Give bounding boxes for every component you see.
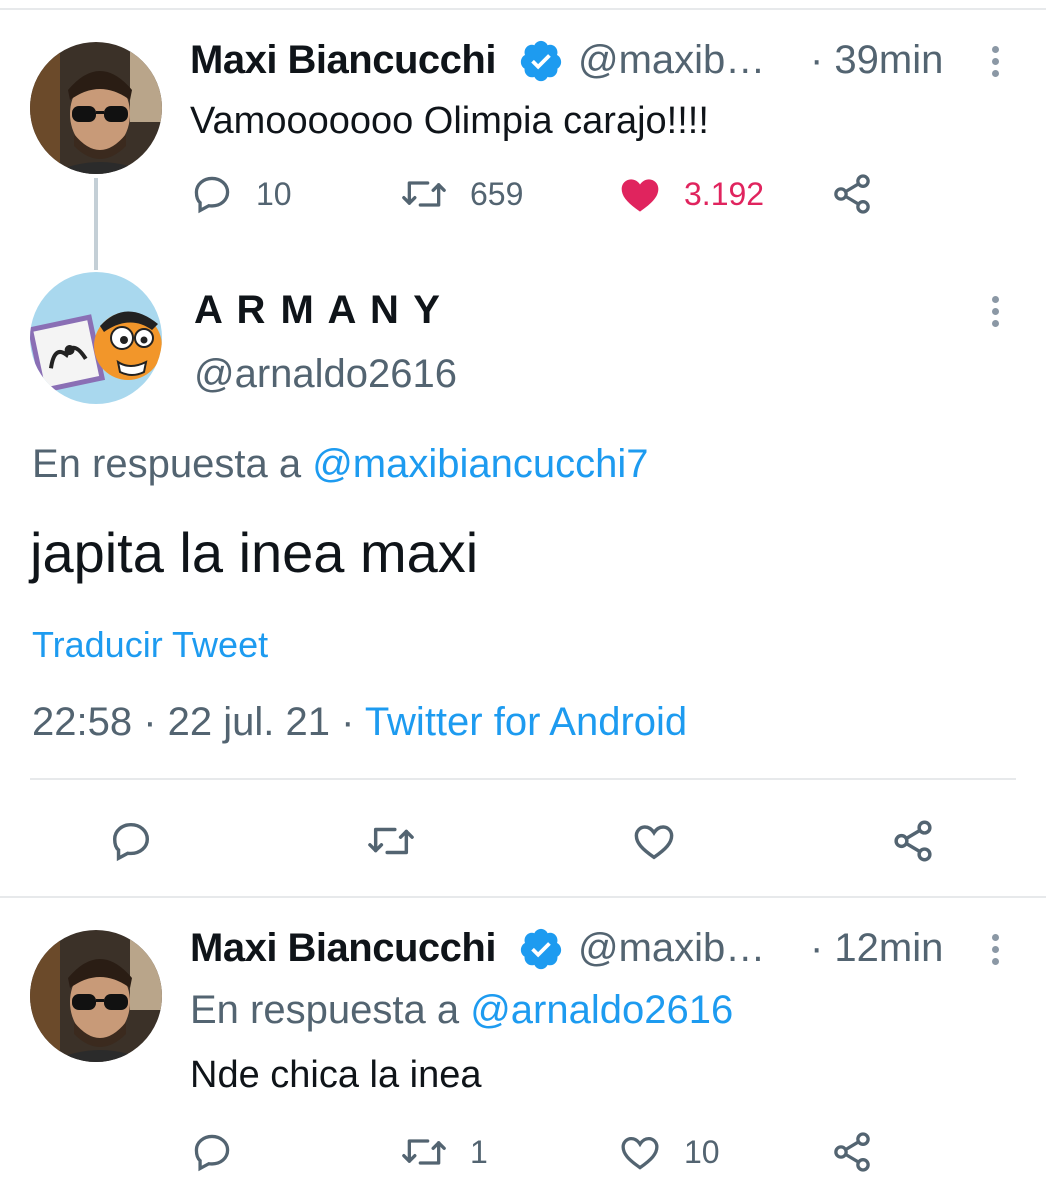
heart-icon bbox=[621, 1136, 659, 1170]
reply-count: 10 bbox=[256, 175, 292, 212]
reply-button[interactable]: 10 bbox=[190, 172, 292, 216]
reply-icon bbox=[112, 822, 150, 862]
reply-icon bbox=[194, 176, 230, 214]
reply-button[interactable] bbox=[108, 818, 154, 864]
avatar[interactable] bbox=[30, 272, 162, 404]
tweet-source-link[interactable]: Twitter for Android bbox=[365, 700, 687, 744]
author-name[interactable]: Maxi Biancucchi bbox=[190, 38, 496, 83]
reply-context: En respuesta a @maxibiancucchi7 bbox=[32, 442, 649, 487]
share-button[interactable] bbox=[830, 172, 874, 216]
avatar[interactable] bbox=[30, 930, 162, 1062]
translate-tweet-link[interactable]: Traducir Tweet bbox=[32, 624, 268, 666]
author-name[interactable]: Maxi Biancucchi bbox=[190, 926, 496, 971]
reply-icon bbox=[194, 1134, 230, 1172]
verified-badge-icon bbox=[520, 40, 562, 82]
retweet-count: 659 bbox=[470, 175, 524, 212]
tweet-time[interactable]: · 12min bbox=[810, 926, 943, 971]
verified-badge-icon bbox=[520, 928, 562, 970]
like-button[interactable]: 10 bbox=[618, 1130, 720, 1174]
avatar[interactable] bbox=[30, 42, 162, 174]
share-icon bbox=[834, 1132, 870, 1172]
action-divider bbox=[30, 778, 1016, 780]
tweet-text: Nde chica la inea bbox=[190, 1054, 482, 1096]
tweet-timestamp[interactable]: 22:58 · 22 jul. 21 · bbox=[32, 700, 365, 744]
tweet-text: japita la inea maxi bbox=[30, 521, 479, 584]
like-button[interactable] bbox=[630, 818, 678, 864]
retweet-icon bbox=[402, 1139, 446, 1165]
like-count: 3.192 bbox=[684, 175, 765, 212]
thread-connector bbox=[94, 178, 98, 270]
like-count: 10 bbox=[684, 1133, 720, 1170]
tweet-divider bbox=[0, 896, 1046, 898]
retweet-count: 1 bbox=[470, 1133, 488, 1170]
reply-prefix: En respuesta a bbox=[190, 988, 471, 1032]
reply-prefix: En respuesta a bbox=[32, 442, 313, 486]
retweet-icon bbox=[402, 181, 446, 207]
share-icon bbox=[834, 174, 870, 214]
share-icon bbox=[894, 820, 932, 862]
retweet-icon bbox=[368, 827, 414, 855]
more-vertical-icon[interactable] bbox=[992, 46, 1000, 82]
reply-to-link[interactable]: @arnaldo2616 bbox=[470, 988, 733, 1032]
reply-context: En respuesta a @arnaldo2616 bbox=[190, 988, 733, 1033]
reply-to-link[interactable]: @maxibiancucchi7 bbox=[312, 442, 648, 486]
heart-icon bbox=[634, 825, 674, 860]
author-handle[interactable]: @maxib… bbox=[578, 926, 765, 971]
more-vertical-icon[interactable] bbox=[992, 934, 1000, 970]
retweet-button[interactable] bbox=[366, 818, 416, 864]
tweet-metadata: 22:58 · 22 jul. 21 · Twitter for Android bbox=[32, 700, 687, 745]
author-handle[interactable]: @arnaldo2616 bbox=[194, 352, 457, 397]
tweet-time[interactable]: · 39min bbox=[810, 38, 943, 83]
retweet-button[interactable]: 659 bbox=[400, 172, 523, 216]
tweet-text: Vamooooooo Olimpia carajo!!!! bbox=[190, 100, 709, 142]
top-divider bbox=[0, 8, 1046, 10]
reply-button[interactable] bbox=[190, 1130, 256, 1174]
author-handle[interactable]: @maxib… bbox=[578, 38, 765, 83]
share-button[interactable] bbox=[890, 818, 936, 864]
author-name[interactable]: A R M A N Y bbox=[194, 288, 442, 333]
like-button[interactable]: 3.192 bbox=[618, 172, 764, 216]
heart-icon bbox=[621, 179, 659, 212]
share-button[interactable] bbox=[830, 1130, 874, 1174]
more-vertical-icon[interactable] bbox=[992, 296, 1000, 332]
retweet-button[interactable]: 1 bbox=[400, 1130, 488, 1174]
